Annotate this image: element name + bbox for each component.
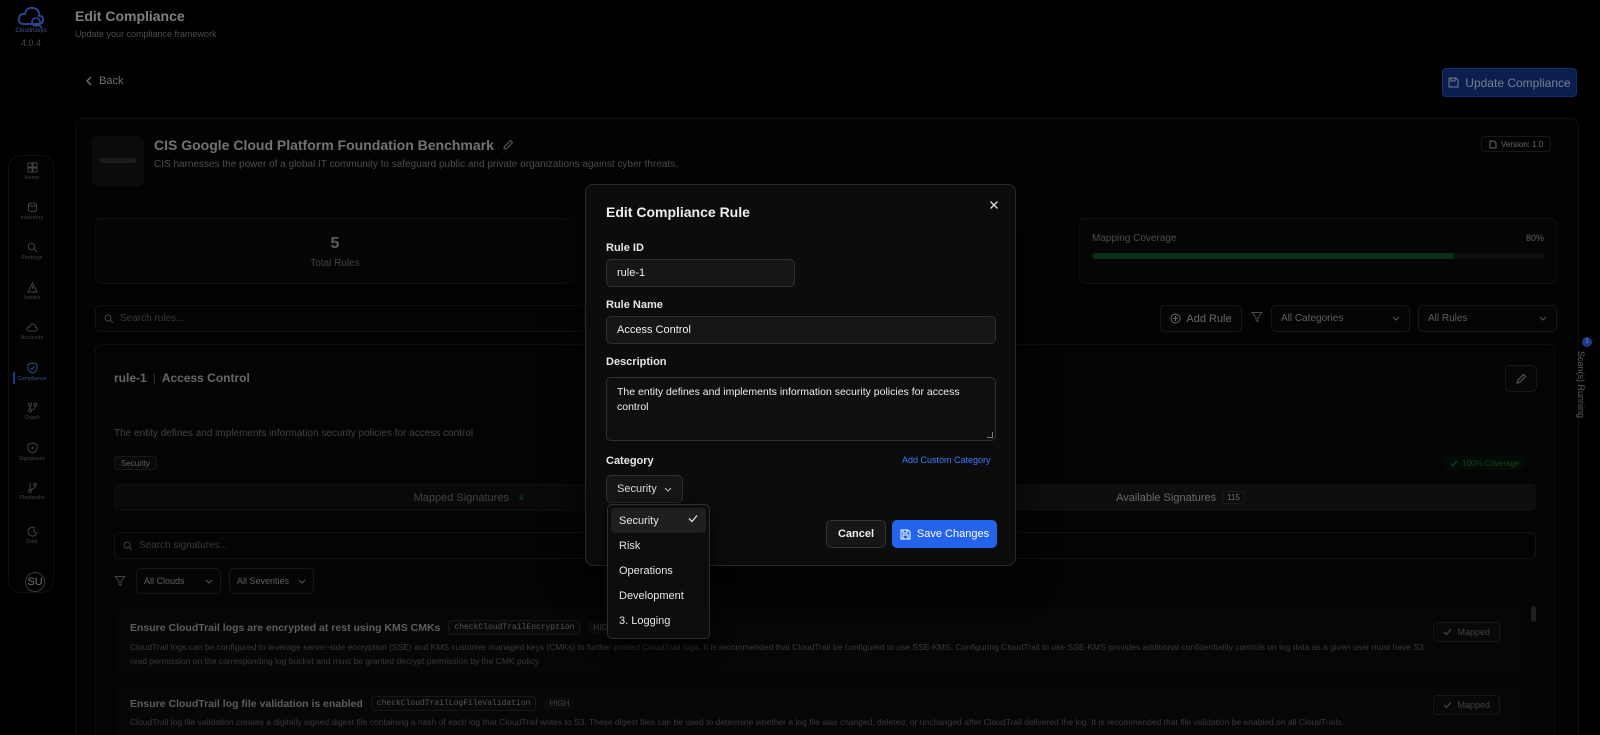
description-field[interactable]: The entity defines and implements inform… (606, 377, 996, 441)
option-label: Risk (619, 539, 641, 552)
close-button[interactable] (989, 197, 999, 213)
rule-name-field[interactable]: Access Control (606, 316, 996, 344)
description-label: Description (606, 356, 667, 368)
save-changes-label: Save Changes (916, 528, 990, 540)
category-dropdown-menu: Security Risk Operations Development 3. … (607, 504, 710, 639)
category-select-value: Security (617, 483, 657, 495)
category-label: Category (606, 455, 654, 467)
option-label: Operations (619, 564, 673, 577)
rule-name-label: Rule Name (606, 299, 663, 311)
resize-handle[interactable] (987, 432, 993, 438)
category-select[interactable]: Security (606, 475, 683, 503)
save-changes-button[interactable]: Save Changes (892, 520, 997, 548)
option-label: Development (619, 589, 684, 602)
category-option-logging[interactable]: 3. Logging (611, 608, 706, 633)
option-label: 3. Logging (619, 614, 671, 627)
option-label: Security (619, 514, 659, 527)
modal-title: Edit Compliance Rule (606, 204, 750, 220)
check-icon (688, 515, 698, 523)
category-option-risk[interactable]: Risk (611, 533, 706, 558)
save-icon (900, 529, 911, 539)
description-text: The entity defines and implements inform… (617, 386, 960, 413)
rule-id-field[interactable]: rule-1 (606, 259, 795, 287)
category-option-development[interactable]: Development (611, 583, 706, 608)
chevron-down-icon (664, 487, 672, 492)
category-option-security[interactable]: Security (611, 508, 706, 533)
category-option-operations[interactable]: Operations (611, 558, 706, 583)
add-custom-category-link[interactable]: Add Custom Category (902, 455, 991, 465)
rule-id-label: Rule ID (606, 242, 644, 254)
close-icon (990, 201, 998, 209)
cancel-button[interactable]: Cancel (826, 520, 886, 548)
